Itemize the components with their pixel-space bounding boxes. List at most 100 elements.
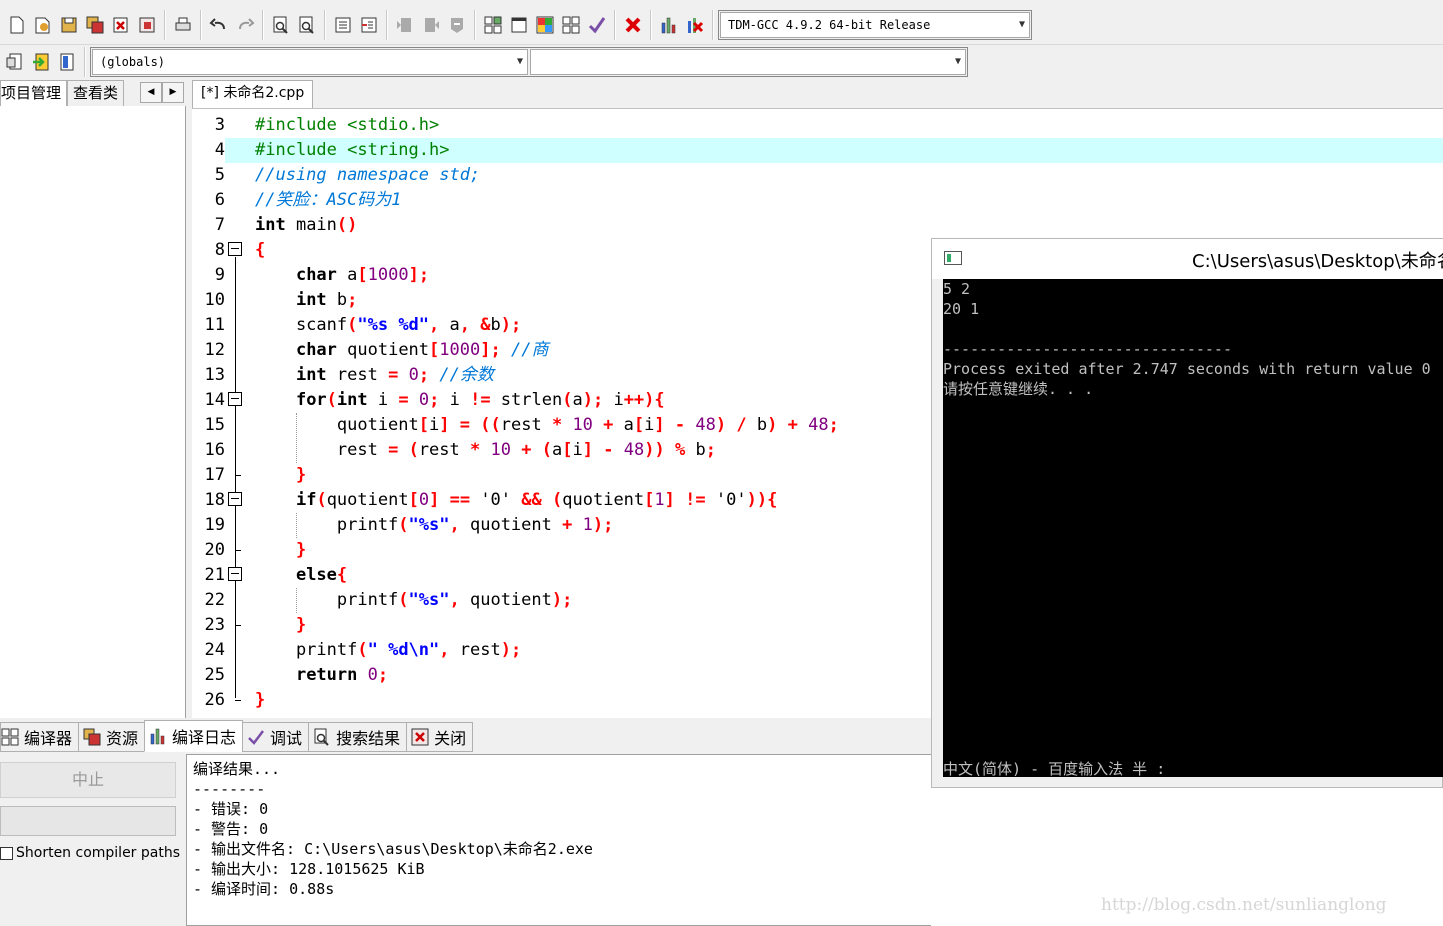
console-title-bar[interactable]: C:\Users\asus\Desktop\未命名2.exe xyxy=(932,239,1443,279)
find-button[interactable] xyxy=(268,12,294,38)
scope-select[interactable]: (globals) ▼ xyxy=(92,48,528,75)
undo-icon xyxy=(209,18,225,30)
left-tab-scroller: ◀ ▶ xyxy=(140,82,184,103)
insert-button[interactable] xyxy=(2,49,28,75)
close-icon xyxy=(411,728,429,746)
compile-button[interactable] xyxy=(480,12,506,38)
tab-resources[interactable]: 资源 xyxy=(78,722,146,752)
scroll-left-button[interactable]: ◀ xyxy=(140,82,162,103)
compile-log[interactable]: 编译结果... -------- - 错误: 0 - 警告: 0 - 输出文件名… xyxy=(186,754,931,926)
open-file-button[interactable] xyxy=(30,12,56,38)
resources-icon xyxy=(83,728,101,746)
goto-button[interactable] xyxy=(28,49,54,75)
tab-label: 关闭 xyxy=(434,729,467,748)
tab-compiler[interactable]: 编译器 xyxy=(0,722,80,752)
tab-label: 调试 xyxy=(270,729,303,748)
rebuild-button[interactable] xyxy=(558,12,584,38)
chevron-down-icon: ▼ xyxy=(954,55,961,67)
unindent-icon xyxy=(361,17,377,33)
red-x-icon xyxy=(625,17,641,33)
console-app-icon xyxy=(944,251,962,265)
stop-button[interactable]: 中止 xyxy=(0,762,176,798)
tab-close[interactable]: 关闭 xyxy=(406,722,474,752)
compiler-select[interactable]: TDM-GCC 4.9.2 64-bit Release ▼ xyxy=(720,12,1030,38)
bookmark-next-icon xyxy=(425,18,439,32)
watermark: http://blog.csdn.net/sunlianglong xyxy=(1101,895,1387,915)
console-line: Process exited after 2.747 seconds with … xyxy=(943,360,1431,378)
unindent-button[interactable] xyxy=(356,12,382,38)
compiler-select-value: TDM-GCC 4.9.2 64-bit Release xyxy=(728,18,931,32)
main-toolbar: TDM-GCC 4.9.2 64-bit Release ▼ xyxy=(0,6,1443,44)
chevron-down-icon: ▼ xyxy=(516,55,523,67)
indent-guide xyxy=(296,413,297,463)
fold-toggle-icon[interactable] xyxy=(228,392,242,406)
checkmark-icon xyxy=(588,17,606,34)
save-all-icon xyxy=(86,16,104,34)
bookmark-prev-button[interactable] xyxy=(392,12,418,38)
clean-button[interactable] xyxy=(620,12,646,38)
compile-run-icon xyxy=(536,16,554,34)
fold-toggle-icon[interactable] xyxy=(228,242,242,256)
shorten-paths-checkbox[interactable] xyxy=(0,846,13,860)
scroll-right-button[interactable]: ▶ xyxy=(162,82,184,103)
close-all-button[interactable] xyxy=(134,12,160,38)
compile-progress-bar xyxy=(0,806,176,836)
rebuild-icon xyxy=(562,16,580,34)
tab-label: 搜索结果 xyxy=(336,729,401,748)
editor-file-tab[interactable]: [*] 未命名2.cpp xyxy=(192,80,314,108)
indent-icon xyxy=(335,17,351,33)
indent-guide xyxy=(296,513,297,538)
project-tree[interactable] xyxy=(0,106,186,718)
log-line: - 输出大小: 128.1015625 KiB xyxy=(193,860,425,878)
compile-run-button[interactable] xyxy=(532,12,558,38)
shorten-paths-option[interactable]: Shorten compiler paths xyxy=(0,845,180,861)
print-button[interactable] xyxy=(170,12,196,38)
tab-search-results[interactable]: 搜索结果 xyxy=(308,722,408,752)
redo-button[interactable] xyxy=(232,12,258,38)
close-file-button[interactable] xyxy=(108,12,134,38)
profile-button[interactable] xyxy=(656,12,682,38)
console-output[interactable]: 5 2 20 1 -------------------------------… xyxy=(943,279,1443,777)
log-line: - 编译时间: 0.88s xyxy=(193,880,335,898)
fold-end xyxy=(235,700,241,701)
log-line: 编译结果... xyxy=(193,760,281,778)
bookmark-next-button[interactable] xyxy=(418,12,444,38)
toggle-panel-button[interactable] xyxy=(54,49,80,75)
left-panel-tabs: 项目管理 查看类 xyxy=(0,80,125,106)
syntax-check-button[interactable] xyxy=(584,12,610,38)
chevron-down-icon: ▼ xyxy=(1018,19,1025,30)
save-button[interactable] xyxy=(56,12,82,38)
fold-toggle-icon[interactable] xyxy=(228,567,242,581)
tab-debug[interactable]: 调试 xyxy=(242,722,310,752)
console-window[interactable]: C:\Users\asus\Desktop\未命名2.exe 5 2 20 1 … xyxy=(931,238,1443,788)
save-all-button[interactable] xyxy=(82,12,108,38)
symbol-select[interactable]: ▼ xyxy=(530,48,966,75)
compile-icon xyxy=(484,16,502,34)
save-icon xyxy=(61,17,77,33)
undo-button[interactable] xyxy=(206,12,232,38)
ime-status: 中文(简体) - 百度输入法 半 : xyxy=(943,760,1166,777)
code-line: 7 int main() xyxy=(214,215,358,235)
indent-button[interactable] xyxy=(330,12,356,38)
log-line: - 警告: 0 xyxy=(193,820,269,838)
run-button[interactable] xyxy=(506,12,532,38)
console-line: 5 2 xyxy=(943,280,971,298)
delete-profile-button[interactable] xyxy=(682,12,708,38)
fold-toggle-icon[interactable] xyxy=(228,492,242,506)
console-line: 20 1 xyxy=(943,300,980,318)
scope-select-value: (globals) xyxy=(100,54,166,69)
find-icon xyxy=(273,16,288,34)
indent-guide xyxy=(296,588,297,613)
tab-project-manager[interactable]: 项目管理 xyxy=(0,80,68,106)
fold-end xyxy=(235,625,241,626)
tab-class-browser[interactable]: 查看类 xyxy=(67,80,125,106)
code-line: 6//笑脸：ASC码为1 xyxy=(214,190,402,210)
compiler-select-frame: TDM-GCC 4.9.2 64-bit Release ▼ xyxy=(718,10,1032,40)
new-file-button[interactable] xyxy=(4,12,30,38)
replace-button[interactable] xyxy=(294,12,320,38)
toggle-comment-button[interactable] xyxy=(444,12,470,38)
log-line: - 错误: 0 xyxy=(193,800,269,818)
log-line: -------- xyxy=(193,780,266,798)
console-line: 请按任意键继续. . . xyxy=(943,380,1094,398)
tab-compile-log[interactable]: 编译日志 xyxy=(144,720,244,752)
